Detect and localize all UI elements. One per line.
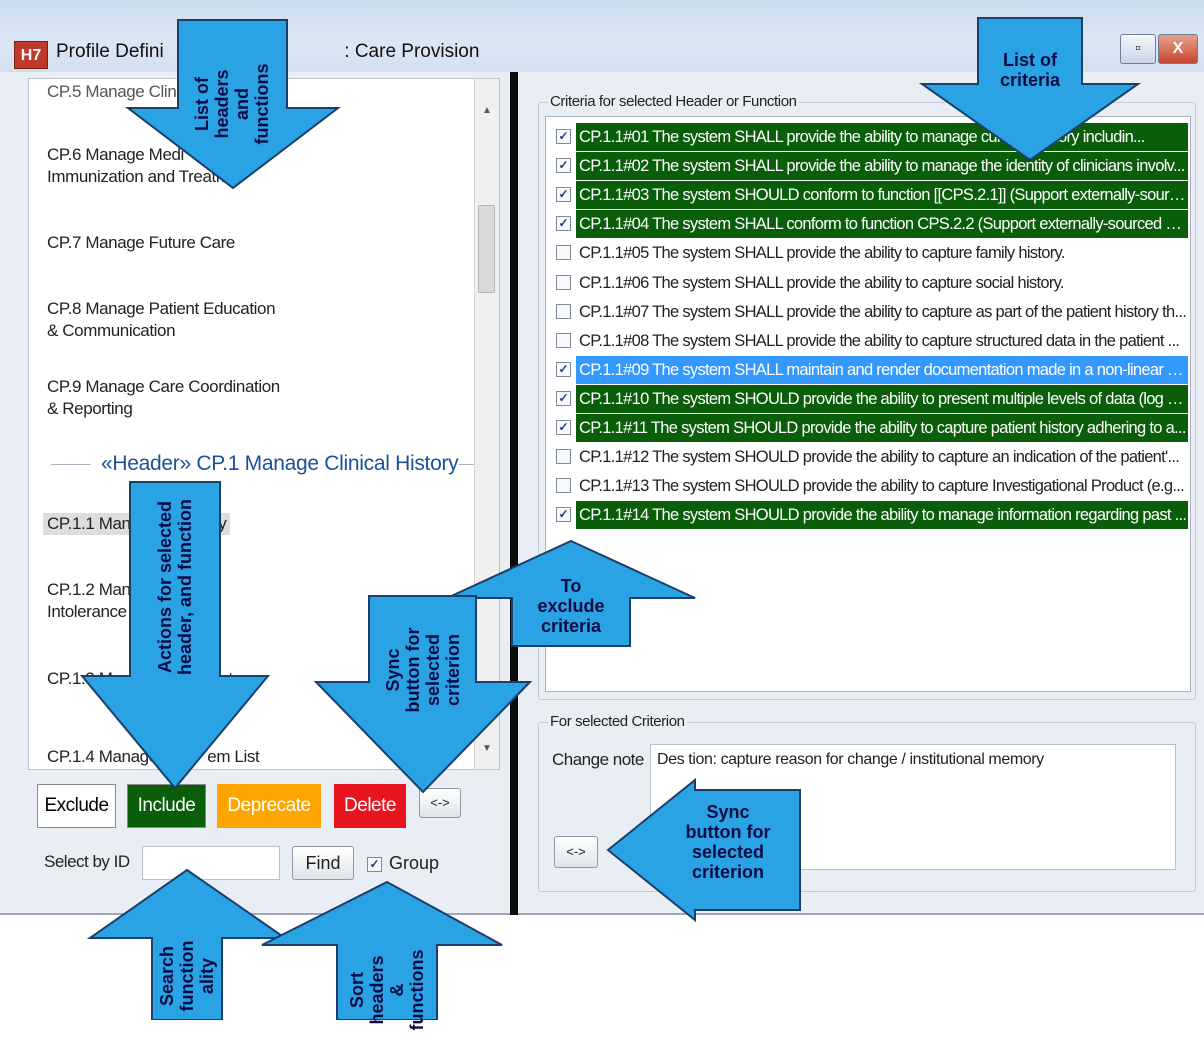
group-label: Group <box>389 853 440 873</box>
criteria-row[interactable]: CP.1.1#07 The system SHALL provide the a… <box>554 298 1190 326</box>
annotation-sync-right: Sync button for selected criterion <box>685 802 771 882</box>
criteria-row[interactable]: ✓ CP.1.1#02 The system SHALL provide the … <box>554 152 1190 181</box>
criteria-checkbox[interactable]: ✓ <box>556 390 571 406</box>
criteria-row[interactable]: CP.1.1#06 The system SHALL provide the a… <box>554 269 1190 297</box>
criteria-text[interactable]: CP.1.1#02 The system SHALL provide the a… <box>576 152 1188 181</box>
annotation-list-headers: List of headers and functions <box>192 63 272 145</box>
criteria-text[interactable]: CP.1.1#08 The system SHALL provide the a… <box>576 327 1188 355</box>
criteria-text[interactable]: CP.1.1#05 The system SHALL provide the a… <box>576 239 1188 267</box>
criteria-list[interactable]: ✓ CP.1.1#01 The system SHALL provide the … <box>545 116 1191 692</box>
criteria-checkbox[interactable] <box>556 449 571 465</box>
criteria-checkbox[interactable] <box>556 274 571 290</box>
criteria-checkbox[interactable]: ✓ <box>556 420 571 435</box>
criteria-group-label: Criteria for selected Header or Function <box>548 93 799 110</box>
annotation-sync-left: Sync button for selected criterion <box>383 627 463 713</box>
annotation-actions: Actions for selected header, and functio… <box>155 498 195 676</box>
restore-button[interactable]: ▫ <box>1120 34 1156 64</box>
criteria-checkbox[interactable] <box>556 332 571 348</box>
exclude-button[interactable]: Exclude <box>37 784 116 828</box>
list-item-selected[interactable]: CP.1.1 Mana story <box>43 513 231 535</box>
hl7-icon: H7 <box>14 41 48 69</box>
header-label: «Header» CP.1 Manage Clinical History <box>101 452 459 475</box>
change-note-label: Change note <box>552 750 644 769</box>
criteria-row[interactable]: ✓ CP.1.1#04 The system SHALL conform to f… <box>554 210 1190 239</box>
criteria-checkbox[interactable] <box>556 245 571 261</box>
pane-splitter[interactable] <box>510 72 518 915</box>
criteria-text[interactable]: CP.1.1#12 The system SHOULD provide the … <box>576 443 1188 471</box>
scroll-thumb[interactable] <box>478 205 495 293</box>
sync-button-right[interactable]: <-> <box>554 836 598 868</box>
list-item[interactable]: CP.1.2 Mana Intolerance <box>47 579 140 623</box>
annotation-list-criteria: List of criteria <box>999 50 1061 90</box>
criteria-checkbox[interactable] <box>556 303 571 319</box>
criteria-text[interactable]: CP.1.1#10 The system SHOULD provide the … <box>576 384 1188 413</box>
criteria-text[interactable]: CP.1.1#09 The system SHALL maintain and … <box>576 355 1188 384</box>
criteria-text[interactable]: CP.1.1#01 The system SHALL provide the a… <box>576 123 1188 151</box>
window-title-end: : Care Provision <box>344 41 480 62</box>
delete-button[interactable]: Delete <box>334 784 406 828</box>
criteria-row[interactable]: ✓ CP.1.1#01 The system SHALL provide the … <box>554 123 1190 151</box>
selected-criterion-label: For selected Criterion <box>548 713 687 730</box>
find-button[interactable]: Find <box>292 846 354 880</box>
sync-button-left[interactable]: <-> <box>419 788 461 818</box>
criteria-checkbox[interactable]: ✓ <box>556 507 571 523</box>
criteria-checkbox[interactable]: ✓ <box>556 187 571 203</box>
list-item[interactable]: CP.7 Manage Future Care <box>47 232 235 254</box>
criteria-text[interactable]: CP.1.1#06 The system SHALL provide the a… <box>576 269 1188 297</box>
list-item[interactable]: CP.8 Manage Patient Education & Communic… <box>47 298 276 342</box>
window-title-start: Profile Defini <box>56 41 164 62</box>
criteria-row[interactable]: CP.1.1#13 The system SHOULD provide the … <box>554 472 1190 500</box>
list-item[interactable]: CP.5 Manage Clinical... <box>47 81 214 103</box>
close-button[interactable]: X <box>1158 34 1198 64</box>
criteria-text[interactable]: CP.1.1#14 The system SHOULD provide the … <box>576 501 1188 530</box>
scroll-up-icon[interactable]: ▲ <box>475 105 499 116</box>
criteria-text[interactable]: CP.1.1#11 The system SHOULD provide the … <box>576 414 1188 442</box>
annotation-to-exclude: To exclude criteria <box>537 576 605 636</box>
header-row[interactable]: «Header» CP.1 Manage Clinical History <box>51 450 485 480</box>
deprecate-button[interactable]: Deprecate <box>217 784 321 828</box>
select-by-id-input[interactable] <box>142 846 280 880</box>
criteria-row[interactable]: ✓ CP.1.1#11 The system SHOULD provide the… <box>554 414 1190 442</box>
criteria-text[interactable]: CP.1.1#07 The system SHALL provide the a… <box>576 298 1188 326</box>
criteria-checkbox[interactable]: ✓ <box>556 361 571 377</box>
group-checkbox[interactable]: ✓ <box>367 857 382 872</box>
criteria-checkbox[interactable] <box>556 478 571 494</box>
functions-scrollbar[interactable]: ▲ ▼ <box>474 79 499 769</box>
criteria-row[interactable]: ✓ CP.1.1#03 The system SHOULD conform to … <box>554 181 1190 210</box>
criteria-checkbox[interactable]: ✓ <box>556 216 571 232</box>
annotation-sort: Sort headers & functions <box>347 949 427 1031</box>
annotation-search: Search function ality <box>157 940 217 1012</box>
header-rule-left <box>51 464 91 465</box>
criteria-checkbox[interactable]: ✓ <box>556 129 571 144</box>
list-item[interactable]: CP.1.4 Manage P em List <box>47 746 260 768</box>
criteria-row[interactable]: ✓ CP.1.1#10 The system SHOULD provide the… <box>554 384 1190 413</box>
criteria-checkbox[interactable]: ✓ <box>556 158 571 174</box>
criteria-text[interactable]: CP.1.1#13 The system SHOULD provide the … <box>576 472 1188 500</box>
criteria-row[interactable]: ✓ CP.1.1#09 The system SHALL maintain and… <box>554 355 1190 384</box>
list-item[interactable]: CP.9 Manage Care Coordination & Reportin… <box>47 376 280 420</box>
criteria-row[interactable]: CP.1.1#12 The system SHOULD provide the … <box>554 443 1190 471</box>
criteria-row[interactable]: ✓ CP.1.1#14 The system SHOULD provide the… <box>554 501 1190 530</box>
criteria-row[interactable]: CP.1.1#05 The system SHALL provide the a… <box>554 239 1190 267</box>
select-by-id-label: Select by ID <box>44 852 130 871</box>
criteria-row[interactable]: CP.1.1#08 The system SHALL provide the a… <box>554 327 1190 355</box>
criteria-text[interactable]: CP.1.1#04 The system SHALL conform to fu… <box>576 210 1188 239</box>
criteria-text[interactable]: CP.1.1#03 The system SHOULD conform to f… <box>576 181 1188 210</box>
profile-definition-window: H7 Profile Defini : Care Provision ▫ X C… <box>0 0 1204 915</box>
scroll-down-icon[interactable]: ▼ <box>475 743 499 754</box>
include-button[interactable]: Include <box>127 784 206 828</box>
list-item[interactable]: CP.1.3 Ma List <box>47 668 233 690</box>
